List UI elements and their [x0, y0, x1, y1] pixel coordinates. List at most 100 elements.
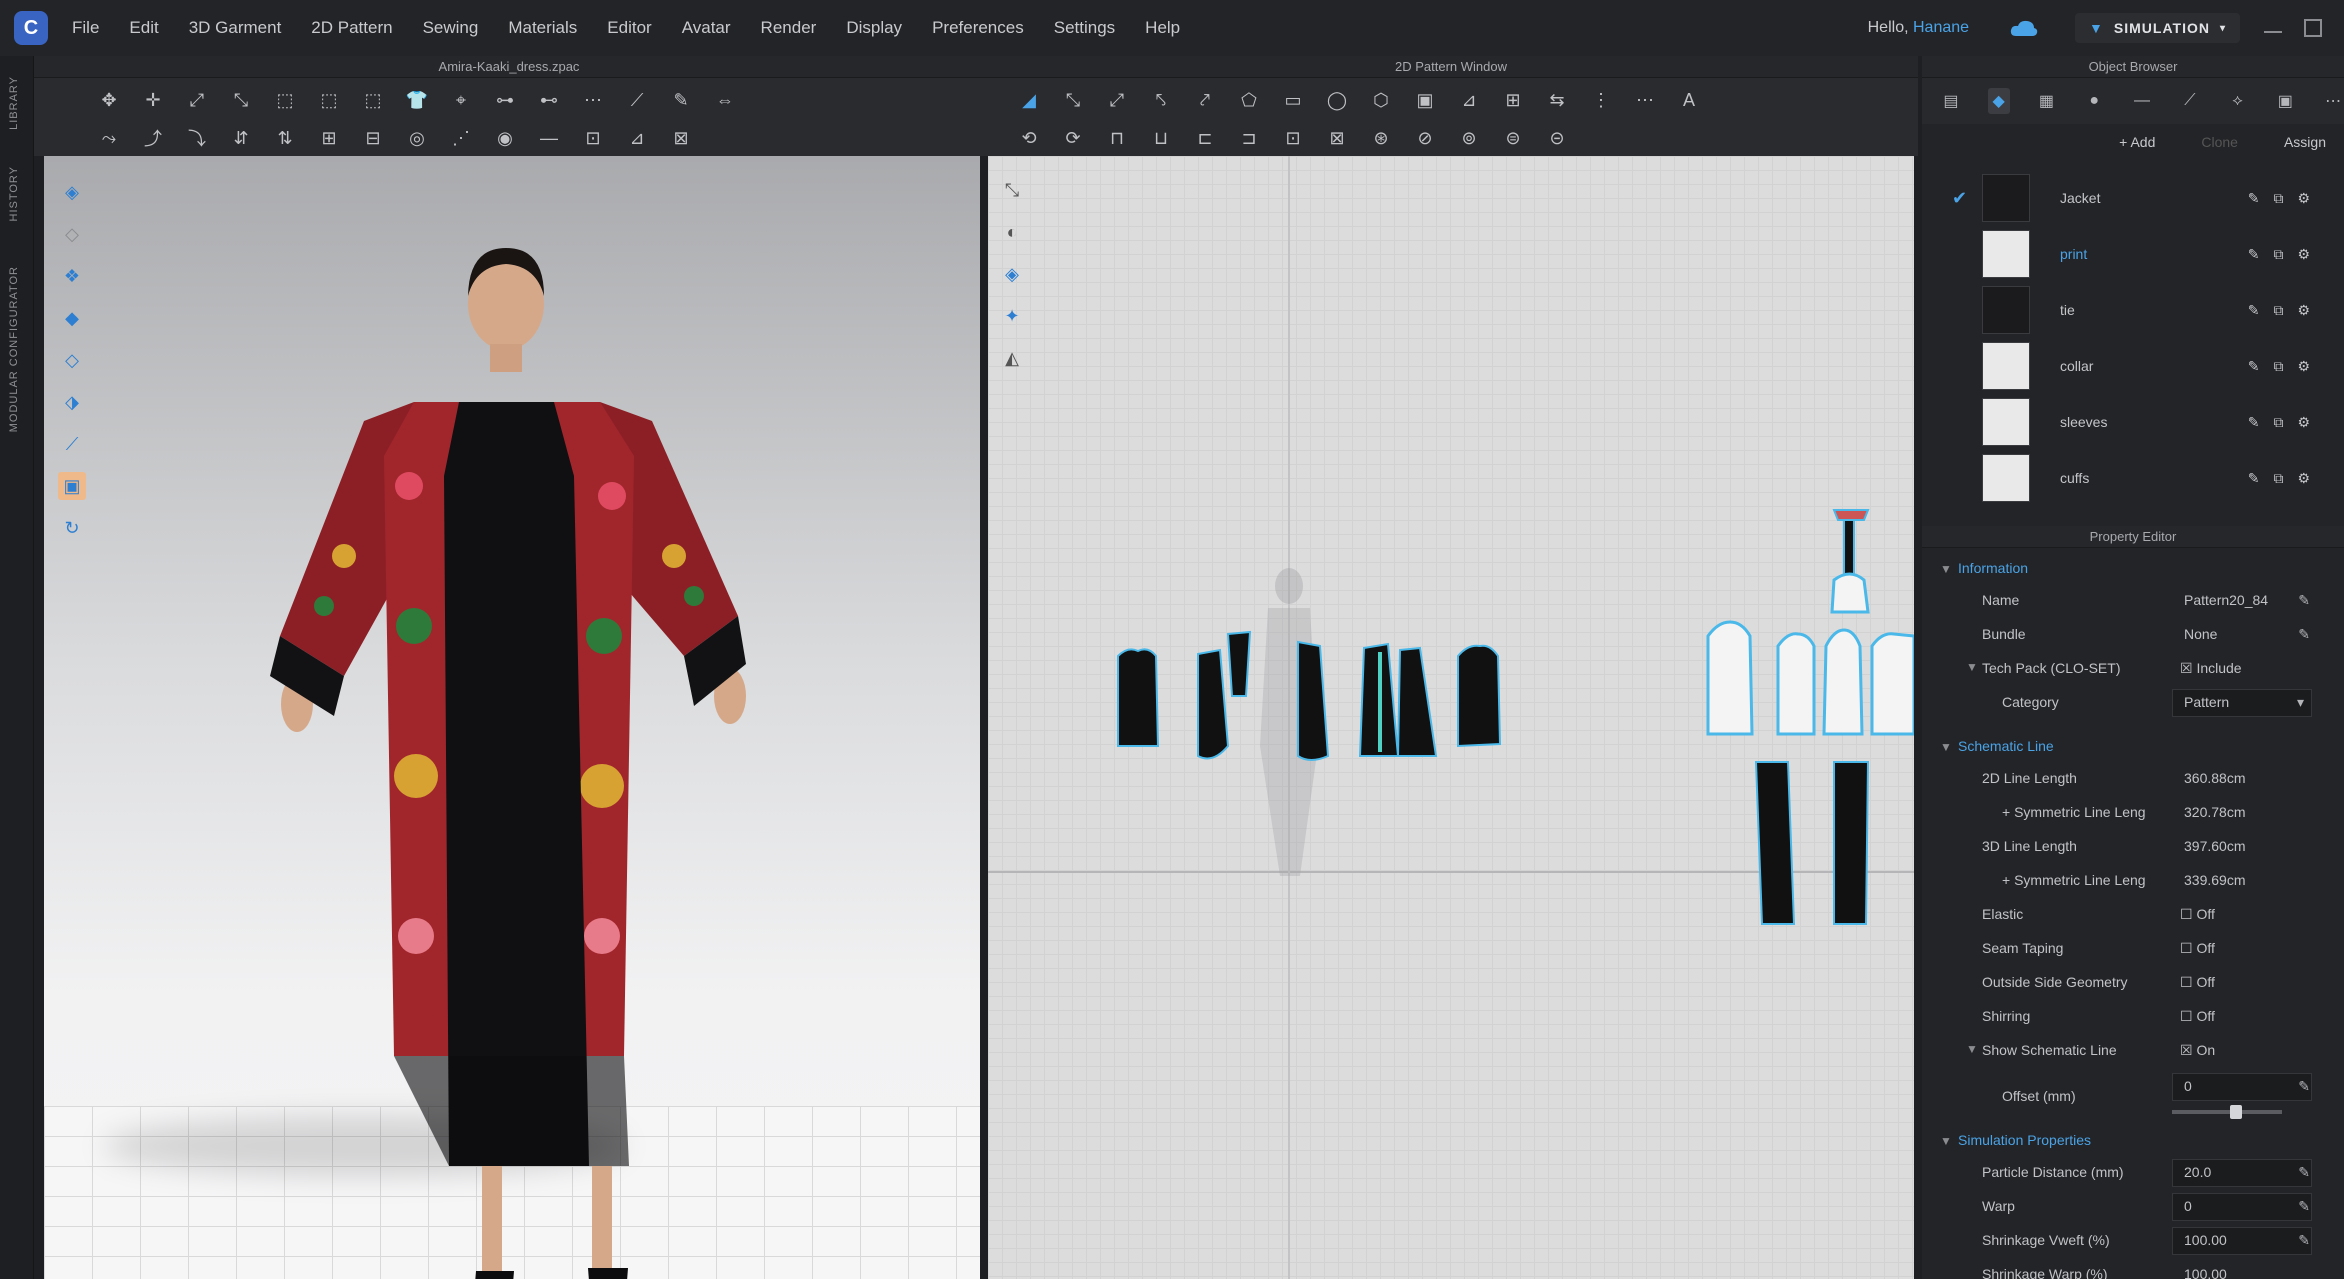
menu-avatar[interactable]: Avatar — [682, 18, 731, 38]
transform-pattern-icon[interactable]: ◢ — [1014, 87, 1044, 113]
section-schematic-line[interactable]: Schematic Line — [1958, 738, 2054, 754]
edit-icon[interactable]: ✎ — [2298, 1232, 2310, 1249]
eyedropper-icon[interactable]: ✎ — [2248, 246, 2260, 263]
internal-polygon-icon[interactable]: ⬡ — [1366, 87, 1396, 113]
measure-avatar-icon[interactable]: ⟋ — [58, 430, 86, 458]
pattern-tool-l-icon[interactable]: ⊜ — [1498, 125, 1528, 151]
section-information[interactable]: Information — [1958, 560, 2028, 576]
edit-icon[interactable]: ✎ — [2298, 592, 2310, 609]
sleeve-piece-3[interactable] — [1822, 628, 1864, 736]
select-move-icon[interactable]: ✥ — [94, 87, 124, 113]
eyedropper-icon[interactable]: ✎ — [2248, 358, 2260, 375]
checkbox-icon[interactable]: ☒ — [2180, 660, 2193, 676]
puckering-icon[interactable]: ⊿ — [622, 125, 652, 151]
pattern-tool-c-icon[interactable]: ⊓ — [1102, 125, 1132, 151]
tab-library[interactable]: LIBRARY — [8, 76, 20, 130]
tab-history[interactable]: HISTORY — [8, 166, 20, 222]
lower-panel-2[interactable] — [1833, 761, 1870, 925]
section-collapse-icon[interactable]: ▼ — [1940, 562, 1952, 576]
copy-icon[interactable]: ⧉ — [2273, 190, 2283, 207]
line-tool-icon[interactable]: — — [534, 125, 564, 151]
settings-icon[interactable]: ⚙ — [2297, 190, 2310, 207]
sleeve-piece-2[interactable] — [1776, 632, 1816, 736]
edit-pattern-icon[interactable]: ⤡ — [1058, 87, 1088, 113]
fold-icon[interactable]: ⇆ — [1542, 87, 1572, 113]
brush-icon[interactable]: ✎ — [666, 87, 696, 113]
copy-icon[interactable]: ⧉ — [2273, 358, 2283, 375]
texture-view-icon[interactable]: ❖ — [58, 262, 86, 290]
ob-tab-buttonhole-icon[interactable]: ● — [2083, 88, 2105, 114]
pattern-tool-h-icon[interactable]: ⊠ — [1322, 125, 1352, 151]
simulation-button[interactable]: ▼ SIMULATION ▾ — [2075, 13, 2240, 43]
fabric-item-collar[interactable]: collar ✎ ⧉ ⚙ — [1922, 338, 2344, 394]
edit-icon[interactable]: ✎ — [2298, 1078, 2310, 1095]
dart-icon[interactable]: ⊿ — [1454, 87, 1484, 113]
offset-input[interactable] — [2172, 1073, 2312, 1101]
fabric-item-jacket[interactable]: ✔ Jacket ✎ ⧉ ⚙ — [1922, 170, 2344, 226]
cloud-icon[interactable] — [2009, 18, 2039, 38]
strain-map-icon[interactable]: ◇ — [58, 346, 86, 374]
settings-icon[interactable]: ⚙ — [2297, 470, 2310, 487]
edit-icon[interactable]: ✎ — [2298, 1198, 2310, 1215]
fit-map-icon[interactable]: ⬗ — [58, 388, 86, 416]
avatar-tool-4-icon[interactable]: ⇵ — [226, 125, 256, 151]
add-point-icon[interactable]: ⤤ — [1190, 87, 1220, 113]
checkbox-icon[interactable]: ☒ — [2180, 1042, 2193, 1058]
menu-preferences[interactable]: Preferences — [932, 18, 1024, 38]
checkbox-icon[interactable]: ☐ — [2180, 974, 2193, 990]
menu-3d-garment[interactable]: 3D Garment — [189, 18, 282, 38]
copy-icon[interactable]: ⧉ — [2273, 470, 2283, 487]
menu-edit[interactable]: Edit — [129, 18, 158, 38]
edit-point-icon[interactable]: ⤢ — [1102, 87, 1132, 113]
transform-icon[interactable]: ⤡ — [226, 87, 256, 113]
pattern-tool-g-icon[interactable]: ⊡ — [1278, 125, 1308, 151]
display-garment-icon[interactable]: ◇ — [58, 220, 86, 248]
ob-tab-zipper-icon[interactable]: ⟡ — [2227, 88, 2249, 114]
pattern-tool-j-icon[interactable]: ⊘ — [1410, 125, 1440, 151]
avatar-tool-3-icon[interactable]: ⤵ — [182, 125, 212, 151]
checkbox-icon[interactable]: ☐ — [2180, 906, 2193, 922]
collar-piece[interactable] — [1830, 509, 1870, 614]
rectangle-icon[interactable]: ▭ — [1278, 87, 1308, 113]
text-icon[interactable]: A — [1674, 87, 1704, 113]
ob-tab-graphic-icon[interactable]: ▣ — [2274, 88, 2296, 114]
3d-viewport[interactable]: ◈ ◇ ❖ ◆ ◇ ⬗ ⟋ ▣ ↻ — [44, 156, 980, 1279]
fabric-item-print[interactable]: print ✎ ⧉ ⚙ — [1922, 226, 2344, 282]
minimize-icon[interactable] — [2264, 23, 2282, 33]
pattern-piece-2[interactable] — [1197, 648, 1230, 760]
avatar-tool-5-icon[interactable]: ⇅ — [270, 125, 300, 151]
topstitch-icon[interactable]: ⋰ — [446, 125, 476, 151]
settings-icon[interactable]: ⚙ — [2297, 414, 2310, 431]
pattern-piece-6[interactable] — [1396, 646, 1438, 757]
menu-render[interactable]: Render — [761, 18, 817, 38]
avatar-with-garment[interactable] — [44, 156, 980, 1279]
prop-value[interactable]: ☐ Off — [2180, 1008, 2215, 1025]
ob-tab-trim-icon[interactable]: ⟋ — [2179, 88, 2201, 114]
pattern-piece-1[interactable] — [1117, 648, 1160, 747]
settings-icon[interactable]: ⚙ — [2297, 358, 2310, 375]
fabric-item-sleeves[interactable]: sleeves ✎ ⧉ ⚙ — [1922, 394, 2344, 450]
internal-rect-icon[interactable]: ▣ — [1410, 87, 1440, 113]
menu-help[interactable]: Help — [1145, 18, 1180, 38]
avatar-tool-1-icon[interactable]: ⤳ — [94, 125, 124, 151]
warp-input[interactable] — [2172, 1193, 2312, 1221]
pattern-pieces[interactable] — [988, 156, 1914, 1279]
garment-tool-3-icon[interactable]: ⬚ — [358, 87, 388, 113]
pattern-tool-i-icon[interactable]: ⊛ — [1366, 125, 1396, 151]
copy-icon[interactable]: ⧉ — [2273, 246, 2283, 263]
tacking-icon[interactable]: ⊶ — [490, 87, 520, 113]
sewing-icon[interactable]: ⋯ — [578, 87, 608, 113]
slider-knob[interactable] — [2230, 1105, 2242, 1119]
fabric-item-cuffs[interactable]: cuffs ✎ ⧉ ⚙ — [1922, 450, 2344, 506]
zipper-icon[interactable]: ⊡ — [578, 125, 608, 151]
pattern-piece-5[interactable] — [1358, 642, 1400, 757]
prop-value[interactable]: ☐ Off — [2180, 940, 2215, 957]
garment-tool-1-icon[interactable]: ⬚ — [270, 87, 300, 113]
tshirt-icon[interactable]: 👕 — [402, 87, 432, 113]
eyedropper-icon[interactable]: ✎ — [2248, 470, 2260, 487]
polygon-icon[interactable]: ⬠ — [1234, 87, 1264, 113]
checkbox-icon[interactable]: ☐ — [2180, 940, 2193, 956]
section-simulation-properties[interactable]: Simulation Properties — [1958, 1132, 2091, 1148]
prop-value[interactable]: ☒ Include — [2180, 660, 2242, 677]
pattern-piece-3[interactable] — [1226, 630, 1252, 697]
